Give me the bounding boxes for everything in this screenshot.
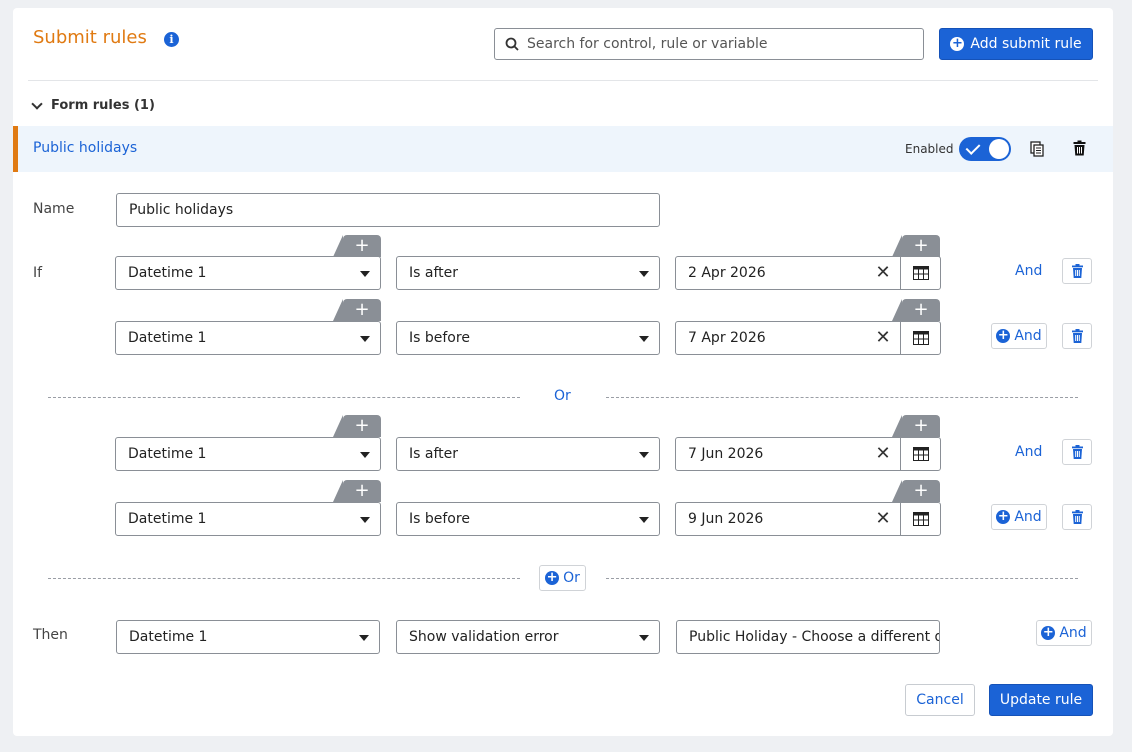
condition-field-select[interactable]: Datetime 1 (115, 256, 381, 290)
search-input[interactable] (527, 29, 917, 59)
form-rules-toggle[interactable]: Form rules (1) (31, 97, 155, 113)
or-label: Or (554, 388, 571, 404)
condition-operator-select[interactable]: Is after (396, 437, 660, 471)
delete-rule-icon[interactable] (1073, 140, 1086, 160)
divider (28, 80, 1098, 81)
search-icon (505, 37, 519, 51)
trash-icon (1071, 329, 1083, 343)
dropdown-caret-icon (639, 517, 649, 523)
add-field-tab[interactable]: + (333, 480, 381, 502)
and-link[interactable]: And (1015, 263, 1042, 279)
trash-icon (1071, 264, 1083, 278)
and-link[interactable]: And (1015, 444, 1042, 460)
calendar-icon[interactable] (900, 503, 940, 535)
delete-condition-button[interactable] (1062, 323, 1092, 349)
or-divider (606, 578, 1078, 579)
add-field-tab[interactable]: + (333, 299, 381, 321)
copy-icon[interactable] (1030, 141, 1044, 161)
action-type-select[interactable]: Show validation error (396, 620, 660, 654)
action-field-select[interactable]: Datetime 1 (116, 620, 380, 654)
add-submit-rule-label: Add submit rule (970, 36, 1082, 52)
trash-icon (1071, 445, 1083, 459)
page-title: Submit rules (33, 27, 147, 48)
or-divider (48, 397, 520, 398)
calendar-icon[interactable] (900, 257, 940, 289)
clear-icon[interactable]: ✕ (874, 503, 892, 535)
rule-name-input[interactable]: Public holidays (116, 193, 660, 227)
clear-icon[interactable]: ✕ (874, 322, 892, 354)
dropdown-caret-icon (639, 336, 649, 342)
add-or-button[interactable]: + Or (539, 565, 586, 591)
rule-header[interactable]: Public holidays Enabled (13, 126, 1113, 172)
condition-date-input[interactable]: 9 Jun 2026 ✕ (675, 502, 941, 536)
condition-date-input[interactable]: 2 Apr 2026 ✕ (675, 256, 941, 290)
check-icon (965, 140, 981, 155)
plus-circle-icon: + (996, 328, 1011, 343)
calendar-icon[interactable] (900, 322, 940, 354)
delete-condition-button[interactable] (1062, 504, 1092, 530)
plus-circle-icon: + (950, 36, 965, 51)
then-label: Then (33, 627, 68, 643)
plus-circle-icon: + (545, 570, 560, 585)
condition-field-select[interactable]: Datetime 1 (115, 437, 381, 471)
chevron-down-icon (31, 97, 43, 110)
clear-icon[interactable]: ✕ (874, 257, 892, 289)
rule-title[interactable]: Public holidays (33, 140, 137, 156)
add-field-tab[interactable]: + (333, 415, 381, 437)
condition-field-select[interactable]: Datetime 1 (115, 502, 381, 536)
delete-condition-button[interactable] (1062, 258, 1092, 284)
toggle-knob (989, 139, 1009, 159)
cancel-button[interactable]: Cancel (905, 684, 975, 716)
plus-circle-icon: + (1041, 625, 1056, 640)
or-divider (48, 578, 520, 579)
add-value-tab[interactable]: + (892, 480, 940, 502)
form-rules-label: Form rules (1) (51, 98, 155, 113)
dropdown-caret-icon (360, 271, 370, 277)
dropdown-caret-icon (639, 452, 649, 458)
add-field-tab[interactable]: + (333, 235, 381, 257)
dropdown-caret-icon (360, 452, 370, 458)
dropdown-caret-icon (360, 517, 370, 523)
dropdown-caret-icon (639, 635, 649, 641)
dropdown-caret-icon (639, 271, 649, 277)
condition-field-select[interactable]: Datetime 1 (115, 321, 381, 355)
validation-message-input[interactable]: Public Holiday - Choose a different date (676, 620, 940, 654)
add-action-and-button[interactable]: + And (1036, 620, 1092, 646)
info-icon[interactable]: i (164, 32, 179, 47)
clear-icon[interactable]: ✕ (874, 438, 892, 470)
delete-condition-button[interactable] (1062, 439, 1092, 465)
if-label: If (33, 265, 43, 281)
condition-date-input[interactable]: 7 Apr 2026 ✕ (675, 321, 941, 355)
add-value-tab[interactable]: + (892, 299, 940, 321)
condition-operator-select[interactable]: Is before (396, 321, 660, 355)
submit-rules-panel: Submit rules i + Add submit rule Form ru… (13, 8, 1113, 736)
condition-operator-select[interactable]: Is before (396, 502, 660, 536)
dropdown-caret-icon (360, 336, 370, 342)
add-submit-rule-button[interactable]: + Add submit rule (939, 28, 1093, 60)
search-box[interactable] (494, 28, 924, 60)
plus-circle-icon: + (996, 509, 1011, 524)
name-label: Name (33, 201, 75, 217)
dropdown-caret-icon (359, 635, 369, 641)
enabled-toggle[interactable] (959, 137, 1011, 161)
add-value-tab[interactable]: + (892, 235, 940, 257)
add-value-tab[interactable]: + (892, 415, 940, 437)
condition-date-input[interactable]: 7 Jun 2026 ✕ (675, 437, 941, 471)
or-divider (606, 397, 1078, 398)
trash-icon (1071, 510, 1083, 524)
update-rule-button[interactable]: Update rule (989, 684, 1093, 716)
condition-operator-select[interactable]: Is after (396, 256, 660, 290)
add-and-button[interactable]: + And (991, 504, 1047, 530)
add-and-button[interactable]: + And (991, 323, 1047, 349)
enabled-label: Enabled (905, 142, 954, 156)
calendar-icon[interactable] (900, 438, 940, 470)
